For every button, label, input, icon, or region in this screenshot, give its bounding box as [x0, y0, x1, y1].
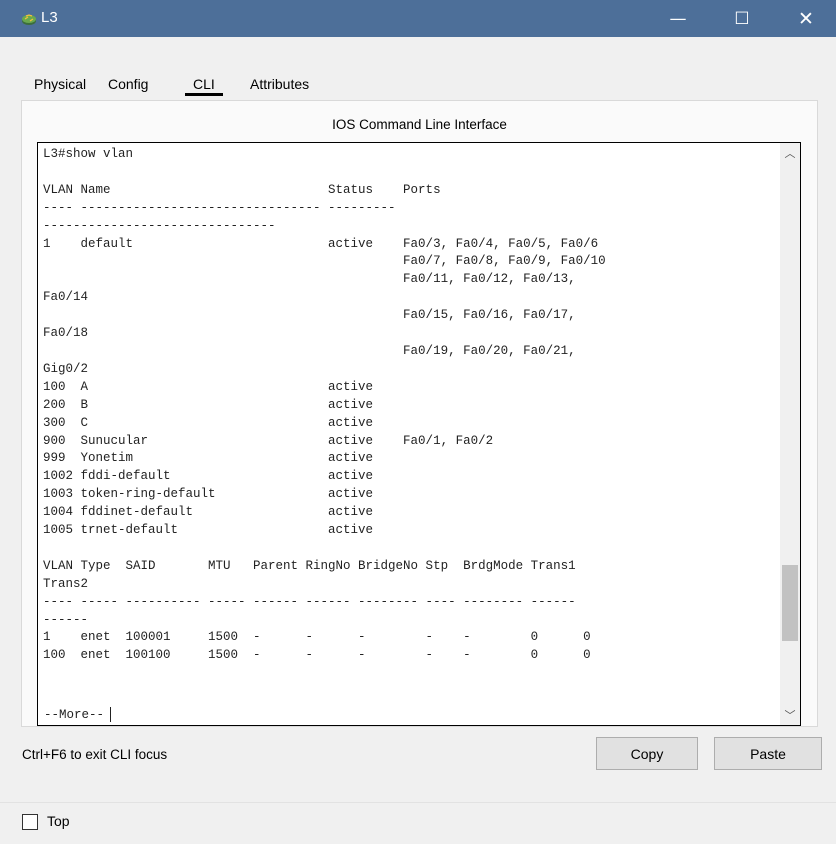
- cli-line: 1004 fddinet-default active: [43, 505, 374, 520]
- cli-output: L3#show vlan VLAN Name Status Ports ----…: [43, 146, 795, 665]
- cli-line: Fa0/19, Fa0/20, Fa0/21,: [43, 343, 576, 358]
- paste-button[interactable]: Paste: [714, 737, 822, 770]
- cli-scrollbar[interactable]: ︿ ﹀: [780, 143, 800, 725]
- text-caret: [110, 707, 112, 722]
- cli-line: ------: [43, 612, 89, 627]
- scroll-down-icon[interactable]: ﹀: [780, 705, 800, 725]
- cli-line: VLAN Name Status Ports: [43, 182, 441, 197]
- panel-title: IOS Command Line Interface: [332, 117, 507, 132]
- cli-line: L3#show vlan: [43, 147, 134, 161]
- cli-line: VLAN Type SAID MTU Parent RingNo BridgeN…: [43, 558, 576, 573]
- tab-bar: Physical Config CLI Attributes: [22, 72, 322, 102]
- cli-line: Fa0/11, Fa0/12, Fa0/13,: [43, 272, 576, 287]
- cli-line: 1003 token-ring-default active: [43, 487, 374, 502]
- cli-line: 900 Sunucular active Fa0/1, Fa0/2: [43, 433, 494, 448]
- top-label: Top: [47, 813, 70, 829]
- cli-line: 200 B active: [43, 397, 374, 412]
- cli-line: 100 enet 100100 1500 - - - - - 0 0: [43, 648, 591, 663]
- tab-config[interactable]: Config: [108, 72, 148, 100]
- tab-physical[interactable]: Physical: [34, 72, 86, 100]
- cli-line: ---- ----- ---------- ----- ------ -----…: [43, 594, 576, 609]
- scroll-thumb[interactable]: [782, 565, 798, 641]
- footer-bar: [0, 802, 836, 844]
- tab-attributes[interactable]: Attributes: [250, 72, 309, 100]
- more-prompt-text: --More--: [44, 707, 105, 722]
- cli-line: Fa0/15, Fa0/16, Fa0/17,: [43, 308, 576, 323]
- scroll-up-icon[interactable]: ︿: [780, 143, 800, 163]
- close-button[interactable]: ✕: [783, 0, 829, 37]
- cli-line: Fa0/18: [43, 326, 89, 341]
- cli-line: 1 enet 100001 1500 - - - - - 0 0: [43, 630, 591, 645]
- cli-terminal[interactable]: L3#show vlan VLAN Name Status Ports ----…: [37, 142, 801, 726]
- cli-line: 999 Yonetim active: [43, 451, 374, 466]
- cli-line: 100 A active: [43, 379, 374, 394]
- maximize-button[interactable]: ☐: [719, 0, 765, 37]
- cli-line: Fa0/14: [43, 290, 89, 305]
- more-prompt[interactable]: --More--: [38, 704, 118, 725]
- cli-line: Gig0/2: [43, 361, 89, 376]
- window-titlebar: L3 — ☐ ✕: [0, 0, 836, 37]
- cli-line: 300 C active: [43, 415, 374, 430]
- cli-focus-hint: Ctrl+F6 to exit CLI focus: [22, 747, 168, 762]
- window-title: L3: [41, 9, 58, 26]
- minimize-button[interactable]: —: [655, 0, 701, 37]
- top-checkbox[interactable]: [22, 814, 38, 830]
- cli-line: 1 default active Fa0/3, Fa0/4, Fa0/5, Fa…: [43, 236, 599, 251]
- copy-button[interactable]: Copy: [596, 737, 698, 770]
- cli-panel: IOS Command Line Interface L3#show vlan …: [21, 100, 818, 727]
- router-icon: [21, 11, 37, 27]
- cli-line: 1002 fddi-default active: [43, 469, 374, 484]
- cli-line: 1005 trnet-default active: [43, 523, 374, 538]
- cli-line: Trans2: [43, 576, 89, 591]
- cli-line: ---- -------------------------------- --…: [43, 200, 396, 215]
- cli-line: -------------------------------: [43, 218, 276, 233]
- cli-line: Fa0/7, Fa0/8, Fa0/9, Fa0/10: [43, 254, 606, 269]
- tab-cli[interactable]: CLI: [185, 72, 223, 96]
